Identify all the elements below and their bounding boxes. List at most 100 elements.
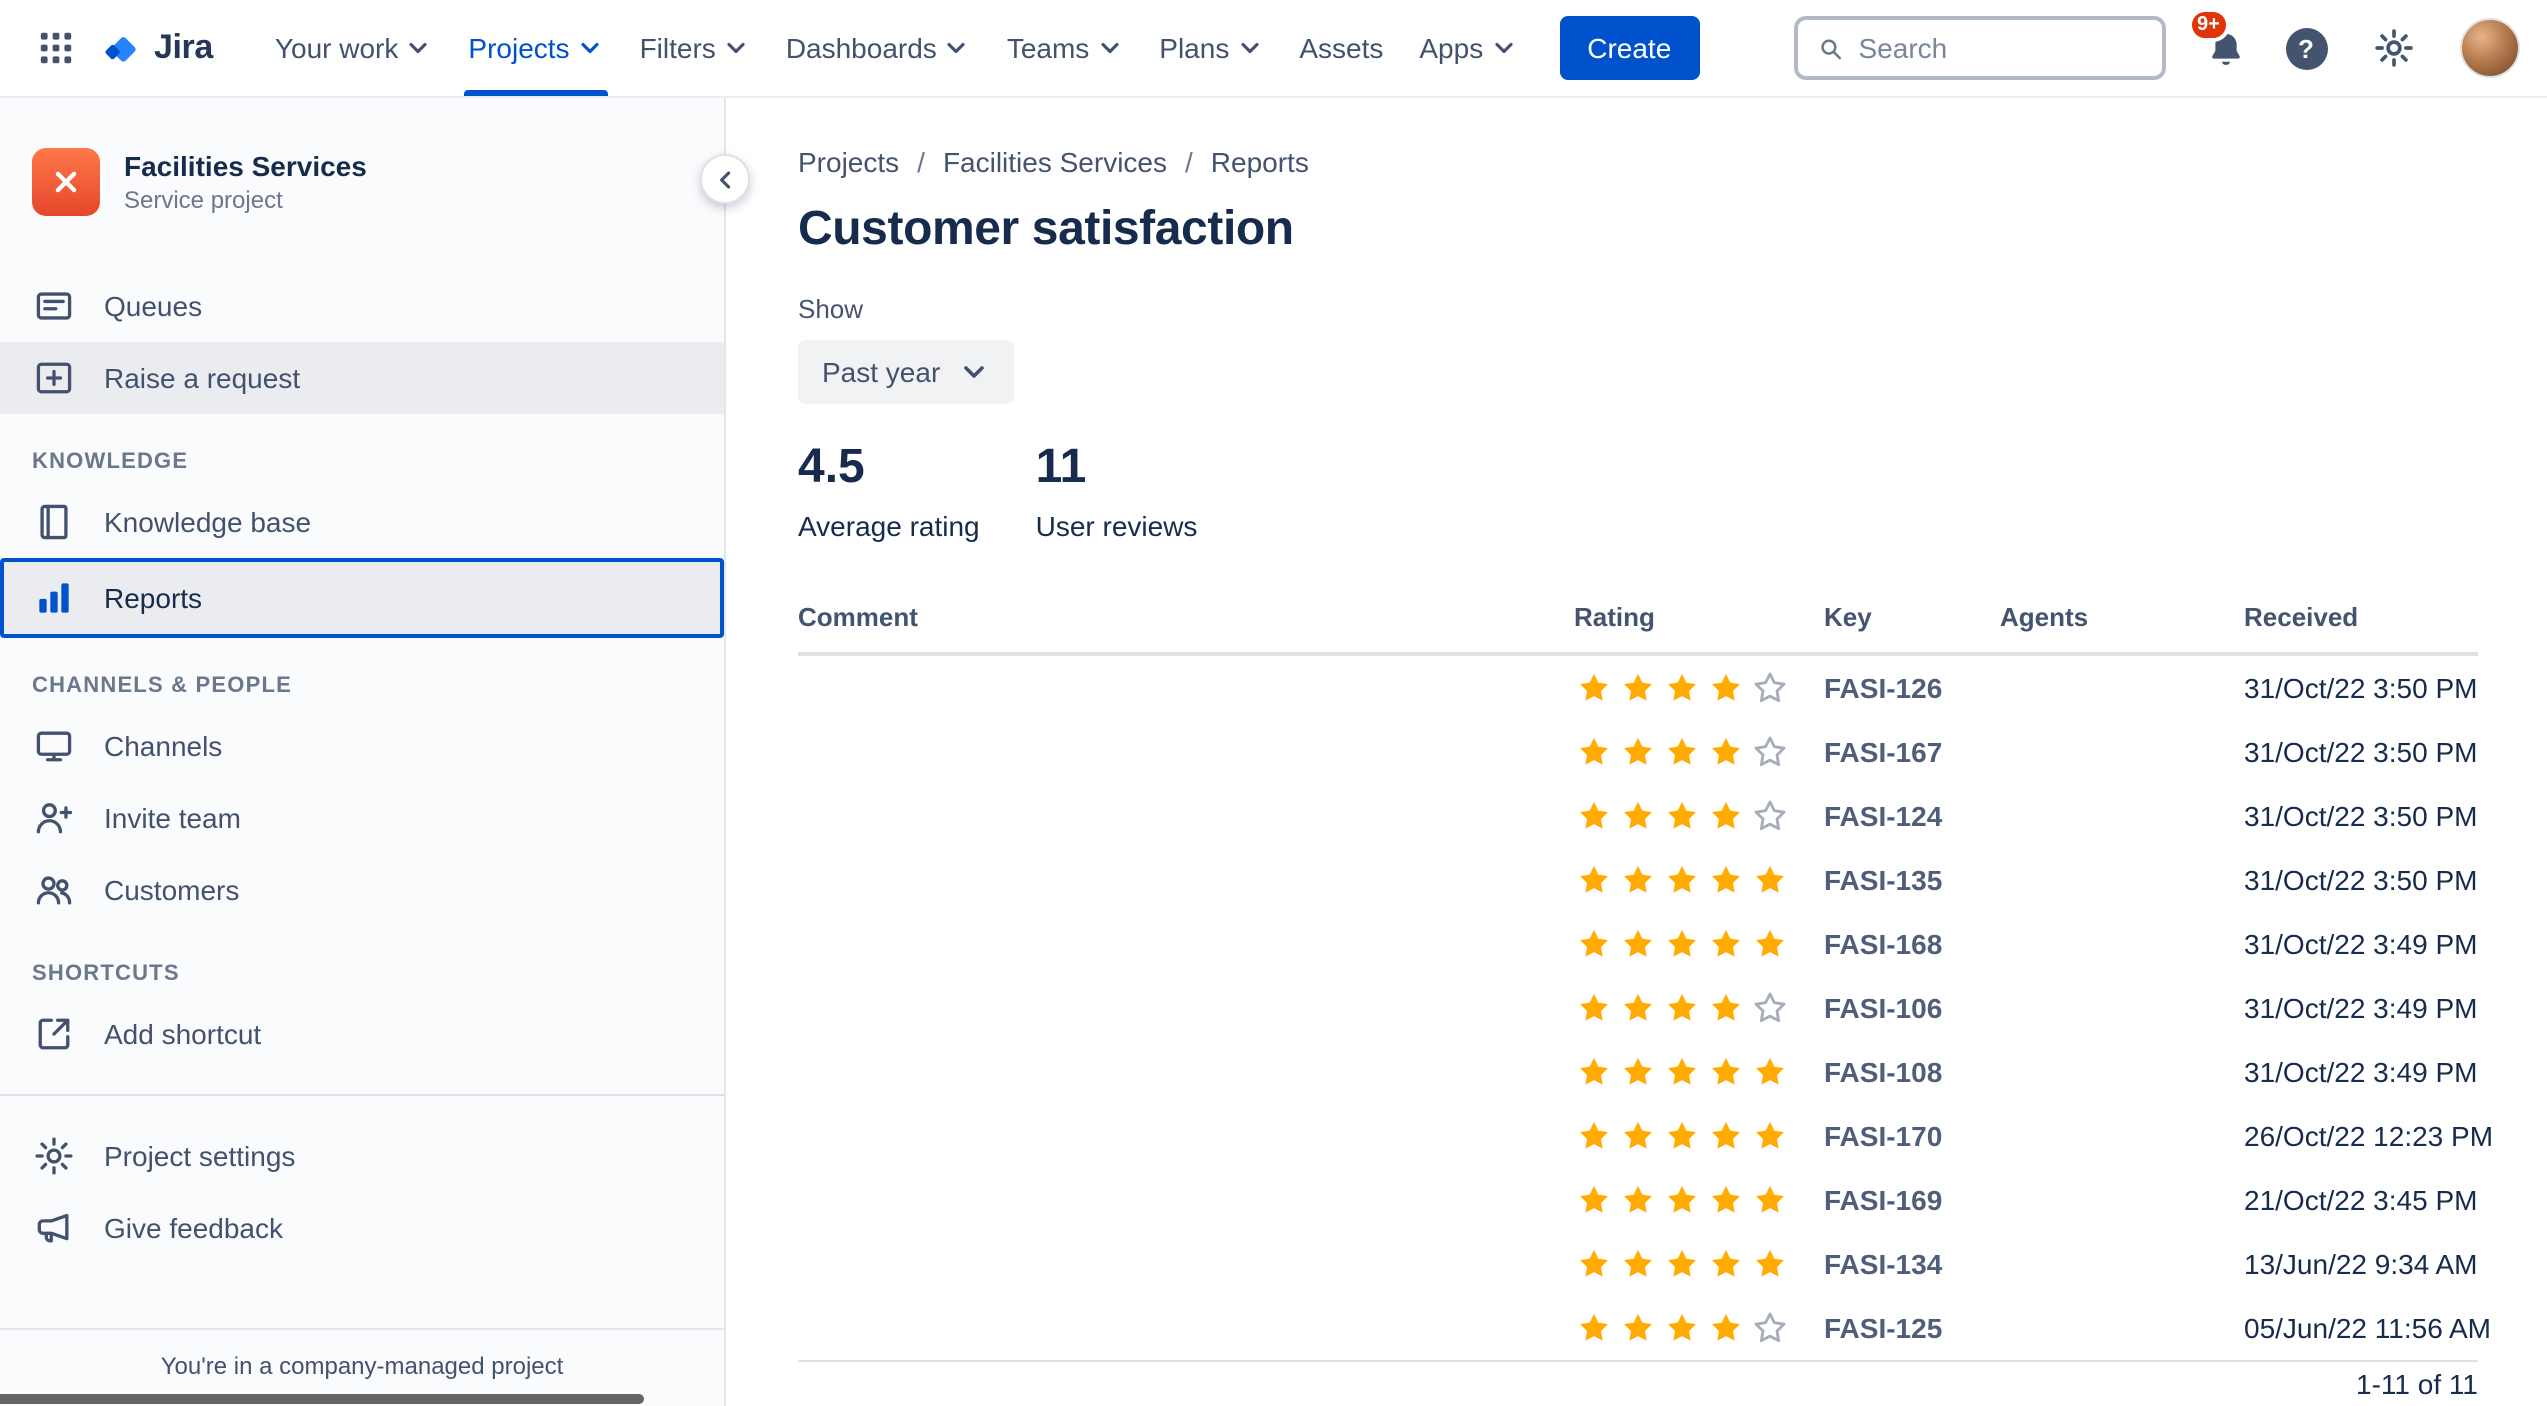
cell-key[interactable]: FASI-126 — [1824, 672, 2000, 704]
cell-key[interactable]: FASI-135 — [1824, 864, 2000, 896]
breadcrumb-link-facilities-services[interactable]: Facilities Services — [943, 146, 1167, 178]
jira-logo-text: Jira — [154, 28, 213, 66]
cell-received: 26/Oct/22 12:23 PM — [2244, 1120, 2494, 1152]
sidebar-item-invite-team[interactable]: Invite team — [0, 782, 724, 854]
star-filled-icon — [1580, 1058, 1608, 1085]
star-empty-icon — [1754, 992, 1786, 1023]
star-filled-icon — [1580, 1314, 1608, 1341]
nav-item-label: Projects — [468, 32, 570, 64]
sidebar-item-reports[interactable]: Reports — [0, 558, 724, 638]
table-row: FASI-170 26/Oct/22 12:23 PM — [798, 1104, 2493, 1168]
gear-icon — [32, 1134, 76, 1178]
sidebar-item-raise-a-request[interactable]: Raise a request — [0, 342, 724, 414]
cell-key[interactable]: FASI-125 — [1824, 1312, 2000, 1344]
table-row: FASI-108 31/Oct/22 3:49 PM — [798, 1040, 2478, 1104]
cell-key[interactable]: FASI-167 — [1824, 736, 2000, 768]
jira-logo[interactable]: Jira — [100, 25, 213, 71]
star-filled-icon — [1712, 802, 1740, 829]
pagination: 1-11 of 11 — [2356, 1368, 2478, 1400]
star-filled-icon — [1580, 738, 1608, 765]
cell-rating — [1574, 1116, 1824, 1156]
sidebar-item-queues[interactable]: Queues — [0, 270, 724, 342]
nav-item-apps[interactable]: Apps — [1401, 0, 1535, 96]
nav-item-teams[interactable]: Teams — [989, 0, 1141, 96]
sidebar-item-label: Customers — [104, 874, 240, 906]
nav-item-filters[interactable]: Filters — [622, 0, 768, 96]
nav-item-projects[interactable]: Projects — [450, 0, 621, 96]
tools-icon — [55, 171, 77, 193]
sidebar-nav: Queues Raise a request KNOWLEDGE Knowledge … — [0, 270, 724, 1264]
chevron-down-icon — [948, 42, 966, 54]
cell-key[interactable]: FASI-169 — [1824, 1184, 2000, 1216]
nav-item-assets[interactable]: Assets — [1281, 0, 1401, 96]
nav-item-label: Your work — [274, 32, 399, 64]
search-input[interactable] — [1858, 32, 2143, 64]
cell-rating — [1574, 668, 1824, 708]
star-filled-icon — [1712, 1058, 1740, 1085]
sidebar-item-channels[interactable]: Channels — [0, 710, 724, 782]
sidebar-item-project-settings[interactable]: Project settings — [0, 1120, 724, 1192]
sidebar-item-give-feedback[interactable]: Give feedback — [0, 1192, 724, 1264]
sidebar-item-knowledge-base[interactable]: Knowledge base — [0, 486, 724, 558]
cell-key[interactable]: FASI-170 — [1824, 1120, 2000, 1152]
star-filled-icon — [1580, 866, 1608, 893]
sidebar-horizontal-scrollbar[interactable] — [0, 1394, 644, 1404]
top-navbar: Jira Your work Projects Filters Dashboards T… — [0, 0, 2547, 98]
column-header-rating: Rating — [1574, 602, 1655, 632]
cell-received: 13/Jun/22 9:34 AM — [2244, 1248, 2478, 1280]
project-sidebar: Facilities Services Service project Queu… — [0, 98, 726, 1406]
star-filled-icon — [1580, 802, 1608, 829]
nav-item-plans[interactable]: Plans — [1141, 0, 1281, 96]
cell-received: 31/Oct/22 3:50 PM — [2244, 864, 2478, 896]
sidebar-item-add-shortcut[interactable]: Add shortcut — [0, 998, 724, 1070]
sidebar-item-customers[interactable]: Customers — [0, 854, 724, 926]
column-header-key: Key — [1824, 602, 1872, 632]
queues-icon — [32, 284, 76, 328]
column-header-received: Received — [2244, 602, 2359, 632]
cell-key[interactable]: FASI-168 — [1824, 928, 2000, 960]
nav-item-label: Apps — [1419, 32, 1484, 64]
app-switcher-button[interactable] — [28, 20, 84, 76]
create-button[interactable]: Create — [1559, 16, 1700, 80]
cell-key[interactable]: FASI-134 — [1824, 1248, 2000, 1280]
nav-item-label: Teams — [1006, 32, 1090, 64]
bar-chart-icon — [32, 576, 76, 620]
table-row: FASI-135 31/Oct/22 3:50 PM — [798, 848, 2478, 912]
sidebar-section-title-knowledge: KNOWLEDGE — [32, 450, 189, 474]
breadcrumb-link-reports[interactable]: Reports — [1211, 146, 1309, 178]
sidebar-collapse-button[interactable] — [700, 154, 750, 204]
cell-received: 31/Oct/22 3:49 PM — [2244, 1056, 2478, 1088]
star-filled-icon — [1756, 866, 1784, 893]
star-filled-icon — [1624, 1250, 1652, 1277]
notifications-button[interactable]: 9+ — [2187, 8, 2249, 72]
cell-key[interactable]: FASI-106 — [1824, 992, 2000, 1024]
star-filled-icon — [1624, 1058, 1652, 1085]
nav-item-your-work[interactable]: Your work — [257, 0, 451, 96]
cell-key[interactable]: FASI-124 — [1824, 800, 2000, 832]
search-box[interactable] — [1793, 16, 2165, 80]
nav-item-dashboards[interactable]: Dashboards — [768, 0, 989, 96]
cell-received: 21/Oct/22 3:45 PM — [2244, 1184, 2478, 1216]
breadcrumb-link-projects[interactable]: Projects — [798, 146, 899, 178]
satisfaction-table: Comment Rating Key Agents Received FASI-126 3… — [798, 602, 2493, 1400]
settings-button[interactable] — [2363, 18, 2423, 78]
star-filled-icon — [1756, 930, 1784, 957]
help-button[interactable]: ? — [2285, 27, 2327, 69]
cell-rating — [1574, 796, 1824, 836]
nav-item-label: Filters — [639, 32, 716, 64]
user-avatar[interactable] — [2459, 18, 2519, 78]
star-filled-icon — [1668, 802, 1696, 829]
sidebar-divider — [0, 1094, 724, 1096]
cell-rating — [1574, 1052, 1824, 1092]
chevron-down-icon — [727, 42, 745, 54]
star-filled-icon — [1756, 1186, 1784, 1213]
time-range-dropdown[interactable]: Past year — [798, 340, 1015, 404]
cell-rating — [1574, 732, 1824, 772]
stat-label: User reviews — [1035, 510, 1198, 542]
star-filled-icon — [1712, 1186, 1740, 1213]
cell-key[interactable]: FASI-108 — [1824, 1056, 2000, 1088]
cell-received: 31/Oct/22 3:49 PM — [2244, 992, 2478, 1024]
star-filled-icon — [1624, 802, 1652, 829]
app-grid-icon — [40, 32, 72, 64]
notification-badge: 9+ — [2187, 8, 2230, 42]
